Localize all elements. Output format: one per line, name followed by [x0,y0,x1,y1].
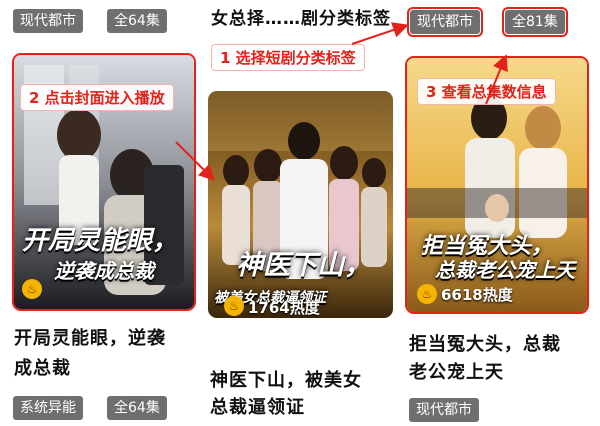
drama-title-line1[interactable]: 拒当冤大头，总裁 [409,330,561,360]
drama-title-line1[interactable]: 开局灵能眼，逆袭 [14,324,166,354]
annotation-arrows [175,22,508,181]
genre-tag[interactable]: 现代都市 [409,398,479,422]
genre-tag[interactable]: 系统异能 [13,396,83,420]
drama-title-line2[interactable]: 老公宠上天 [409,358,504,388]
drama-title-line2[interactable]: 总裁逼领证 [210,393,305,423]
drama-title-line1[interactable]: 神医下山，被美女 [210,366,362,396]
drama-title-line2[interactable]: 成总裁 [14,354,71,384]
episode-count-tag: 全64集 [107,396,167,420]
